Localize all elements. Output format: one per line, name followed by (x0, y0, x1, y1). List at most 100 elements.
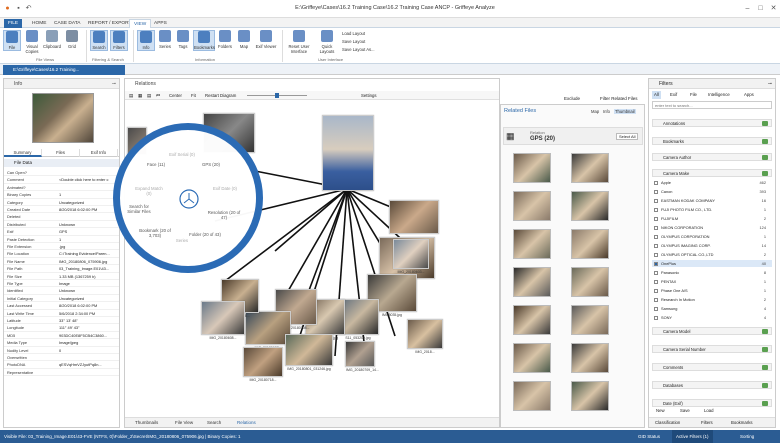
pin-icon[interactable]: ⊸ (112, 79, 116, 89)
checkbox[interactable] (654, 243, 658, 248)
camera-make-row[interactable]: OLYMPUS OPTICAL CO.,LTD 2 (652, 251, 772, 258)
tab-file[interactable]: FILE (4, 19, 23, 28)
tab-bookmarks[interactable]: Bookmarks (731, 418, 753, 428)
view-info[interactable]: Info (603, 109, 610, 114)
add-filter-icon[interactable] (762, 139, 768, 144)
filter-tab-exif[interactable]: Exif (670, 91, 677, 99)
related-file-thumbnail[interactable] (571, 191, 609, 221)
camera-make-row[interactable]: PENTAX 1 (652, 278, 772, 285)
related-thumbnail[interactable]: IMG_20180718... (243, 347, 283, 382)
related-thumbnail[interactable]: IMG_20180608... (201, 301, 245, 340)
reset-ui-button[interactable]: Reset User Interface (286, 30, 312, 54)
menu-series[interactable]: Series (172, 238, 192, 243)
add-filter-icon[interactable] (762, 383, 768, 388)
checkbox[interactable] (654, 198, 658, 203)
save-layout-as-link[interactable]: Save Layout As... (342, 47, 375, 52)
tab-relations[interactable]: Relations (237, 419, 256, 427)
tab-view[interactable]: VIEW (129, 19, 152, 28)
series-button[interactable]: Series (156, 30, 174, 49)
filter-section[interactable]: Camera Author (652, 153, 772, 161)
checkbox[interactable] (654, 234, 658, 239)
filter-section[interactable]: Comments (652, 363, 772, 371)
filter-related-files-button[interactable]: Filter Related Files (600, 96, 638, 101)
tab-filters[interactable]: Filters (701, 418, 713, 428)
filter-tab-intelligence[interactable]: Intelligence (708, 91, 730, 99)
select-all-button[interactable]: Select All (616, 133, 639, 140)
checkbox[interactable] (654, 315, 658, 320)
related-thumbnail[interactable] (389, 200, 439, 234)
menu-search-similar[interactable]: Search for Similar Files (122, 204, 156, 214)
menu-face[interactable]: Face (11) (142, 162, 170, 167)
tab-file-view[interactable]: File View (175, 419, 193, 427)
camera-make-row[interactable]: OLYMPUS IMAGING CORP. 14 (652, 242, 772, 249)
center-image[interactable] (322, 115, 374, 191)
save-layout-link[interactable]: Save Layout (342, 39, 365, 44)
save-icon[interactable]: ▪ (14, 4, 23, 13)
checkbox[interactable] (654, 252, 658, 257)
zoom-slider-handle[interactable] (275, 93, 279, 98)
grid-button[interactable]: Grid (63, 30, 81, 49)
exclude-button[interactable]: Exclude (564, 96, 580, 101)
load-layout-link[interactable]: Load Layout (342, 31, 365, 36)
camera-make-row[interactable]: Canon 393 (652, 188, 772, 195)
tab-exif-info[interactable]: Exif Info (80, 149, 118, 157)
related-file-thumbnail[interactable] (571, 153, 609, 183)
filter-section[interactable]: Databases (652, 381, 772, 389)
add-filter-icon[interactable] (762, 329, 768, 334)
camera-make-row[interactable]: Samsung 4 (652, 305, 772, 312)
menu-bookmark[interactable]: Bookmark (20 of 3,703) (134, 228, 176, 238)
related-file-thumbnail[interactable] (571, 343, 609, 373)
checkbox[interactable] (654, 306, 658, 311)
gpu-status[interactable]: GID Status (638, 430, 660, 443)
camera-make-row[interactable]: OnePlus 40 (652, 260, 772, 268)
add-filter-icon[interactable] (762, 347, 768, 352)
pin-icon[interactable]: ⊸ (768, 79, 772, 89)
related-file-thumbnail[interactable] (513, 343, 551, 373)
tab-thumbnails[interactable]: Thumbnails (135, 419, 158, 427)
related-file-thumbnail[interactable] (513, 267, 551, 297)
fit-button[interactable]: Fit (191, 91, 196, 100)
view-map[interactable]: Map (591, 109, 599, 114)
camera-make-row[interactable]: Panasonic 8 (652, 269, 772, 276)
checkbox[interactable] (654, 288, 658, 293)
checkbox[interactable] (654, 189, 658, 194)
menu-expand-match[interactable]: Expand Match (0) (134, 186, 164, 196)
filter-tab-all[interactable]: All (652, 91, 661, 99)
bookmarks-button[interactable]: Bookmarks (193, 30, 215, 51)
menu-folder[interactable]: Folder (20 of 43) (188, 232, 222, 237)
add-filter-icon[interactable] (762, 401, 768, 406)
filter-section[interactable]: Bookmarks (652, 137, 772, 145)
related-file-thumbnail[interactable] (571, 381, 609, 411)
tab-summary[interactable]: Summary (4, 149, 42, 157)
camera-make-row[interactable]: SONY 4 (652, 314, 772, 321)
menu-exif-serial[interactable]: Exif Serial (0) (166, 152, 198, 157)
close-icon[interactable]: ✕ (769, 4, 778, 13)
related-file-thumbnail[interactable] (571, 229, 609, 259)
sorting-button[interactable]: Sorting (740, 430, 754, 443)
visual-copies-button[interactable]: Visual Copies (23, 30, 41, 54)
view-thumbnail[interactable]: Thumbnail (614, 109, 636, 114)
new-filter-button[interactable]: New (656, 407, 665, 415)
save-filter-button[interactable]: Save (680, 407, 690, 415)
camera-make-row[interactable]: Research In Motion 2 (652, 296, 772, 303)
load-filter-button[interactable]: Load (704, 407, 714, 415)
camera-make-row[interactable]: Apple 462 (652, 179, 772, 186)
related-file-thumbnail[interactable] (513, 153, 551, 183)
camera-make-row[interactable]: Phase One A/S 1 (652, 287, 772, 294)
radial-relation-menu[interactable]: Face (11) Exif Serial (0) GPS (20) Exif … (113, 123, 263, 273)
quick-layouts-button[interactable]: Quick Layouts (316, 30, 338, 54)
filter-tab-apps[interactable]: Apps (744, 91, 754, 99)
tab-search[interactable]: Search (207, 419, 221, 427)
add-filter-icon[interactable] (762, 155, 768, 160)
related-file-thumbnail[interactable] (513, 381, 551, 411)
add-filter-icon[interactable] (762, 171, 768, 176)
related-thumbnail[interactable]: IMG_2018... (407, 319, 443, 354)
filter-section[interactable]: Annotations (652, 119, 772, 127)
filter-search-input[interactable] (652, 101, 772, 109)
checkbox[interactable] (654, 270, 658, 275)
clipboard-button[interactable]: Clipboard (43, 30, 61, 49)
relation-selector[interactable]: ▦ Relation GPS (20) Select All (503, 127, 643, 145)
camera-make-row[interactable]: FUJI PHOTO FILM CO., LTD. 1 (652, 206, 772, 213)
active-filters-button[interactable]: Active Filters (1) (672, 430, 713, 443)
undo-icon[interactable]: ↶ (24, 4, 33, 13)
